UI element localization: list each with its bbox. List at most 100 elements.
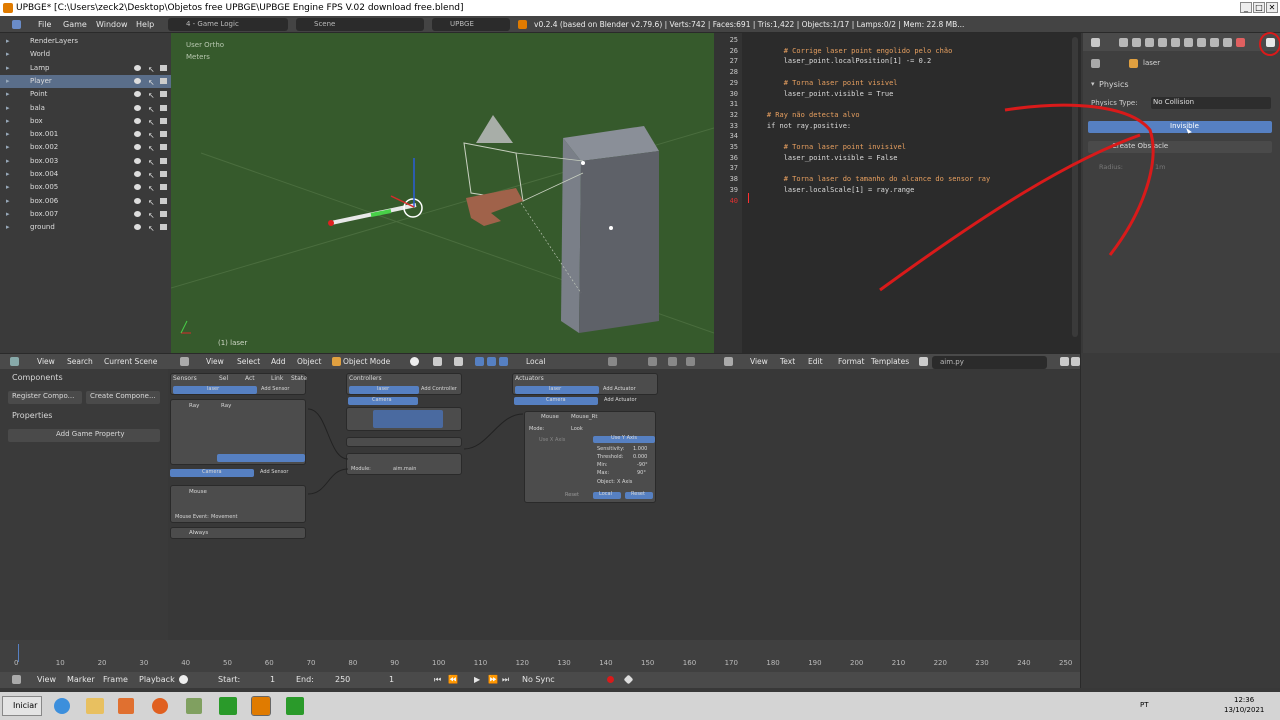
code-line[interactable]: 25 [714, 35, 1074, 46]
language-indicator[interactable]: PT [1140, 701, 1149, 709]
expand-icon[interactable]: ▸ [6, 128, 10, 141]
sensors-filter-state[interactable]: State [291, 375, 307, 382]
selectable-arrow-icon[interactable]: ↖ [148, 222, 155, 235]
outliner-item[interactable]: ▸ box.005 ↖ [0, 181, 171, 194]
always-sensor-type[interactable]: Always [189, 530, 208, 536]
render-camera-icon[interactable] [160, 104, 167, 111]
add-sensor-button[interactable]: Add Sensor [261, 386, 289, 392]
visibility-eye-icon[interactable] [134, 117, 141, 124]
physics-panel-toggle-icon[interactable]: ▾ [1091, 80, 1095, 88]
viewport-menu-view[interactable]: View [206, 354, 224, 370]
next-keyframe-icon[interactable]: ⏩ [488, 672, 498, 688]
mouse-sensor-type[interactable]: Mouse [189, 489, 207, 495]
record-icon[interactable] [607, 676, 614, 683]
visibility-eye-icon[interactable] [134, 157, 141, 164]
mouse-event-value[interactable]: Movement [211, 514, 237, 520]
expand-icon[interactable]: ▸ [6, 195, 10, 208]
pivot-icon[interactable] [433, 357, 442, 366]
code-line[interactable]: 29 # Torna laser point visivel [714, 78, 1074, 89]
render-camera-icon[interactable] [160, 171, 167, 177]
texture-tab-icon[interactable] [1236, 38, 1245, 47]
expand-icon[interactable]: ▸ [6, 221, 10, 234]
layers-icon[interactable] [608, 357, 617, 366]
upbge-taskbar-icon[interactable] [251, 696, 271, 716]
render-camera-icon[interactable] [160, 157, 167, 164]
mode-dropdown[interactable]: Object Mode [343, 354, 390, 370]
expand-icon[interactable]: ▸ [6, 88, 10, 101]
create-component-button[interactable]: Create Compone... [86, 391, 160, 404]
visibility-eye-icon[interactable] [134, 91, 141, 98]
visibility-eye-icon[interactable] [134, 197, 141, 204]
outliner-editor-icon[interactable] [10, 357, 19, 366]
sensors-filter-act[interactable]: Act [245, 375, 255, 382]
outliner-item[interactable]: ▸ Player ↖ [0, 74, 171, 89]
render-camera-icon[interactable] [160, 91, 167, 98]
line-numbers-toggle-icon[interactable] [1060, 357, 1069, 366]
viewport-menu-add[interactable]: Add [271, 354, 286, 370]
render-camera-icon[interactable] [160, 64, 167, 71]
selectable-arrow-icon[interactable]: ↖ [148, 156, 155, 169]
components-panel-title[interactable]: Components [12, 373, 63, 382]
render-camera-icon[interactable] [160, 184, 167, 191]
code-line[interactable]: 28 [714, 67, 1074, 78]
outliner-item[interactable]: ▸ box.006 ↖ [0, 195, 171, 208]
visibility-eye-icon[interactable] [134, 64, 141, 71]
outliner-item[interactable]: ▸ box.001 ↖ [0, 128, 171, 141]
camtasia-recorder-icon[interactable] [286, 697, 304, 715]
text-file-selector[interactable]: aim.py [932, 356, 1047, 369]
text-menu-edit[interactable]: Edit [808, 354, 823, 370]
shading-icon[interactable] [410, 357, 419, 366]
3d-viewport[interactable]: User Ortho Meters (1) laser [171, 33, 714, 353]
outliner-item[interactable]: ▸ box.007 ↖ [0, 208, 171, 221]
outliner-item[interactable]: ▸ Point ↖ [0, 88, 171, 101]
visibility-eye-icon[interactable] [134, 144, 141, 151]
sensors-object-camera[interactable]: Camera [170, 469, 254, 477]
manipulator-icon[interactable] [454, 357, 463, 366]
start-frame-value[interactable]: 1 [270, 672, 275, 688]
close-window-button[interactable]: ✕ [1266, 2, 1278, 13]
visibility-eye-icon[interactable] [134, 77, 141, 84]
pin-icon[interactable] [1091, 59, 1100, 68]
modifiers-tab-icon[interactable] [1197, 38, 1206, 47]
expand-icon[interactable]: ▸ [6, 62, 10, 75]
prev-keyframe-icon[interactable]: ⏪ [448, 672, 458, 688]
register-component-button[interactable]: Register Compo... [8, 391, 82, 404]
visibility-eye-icon[interactable] [134, 224, 141, 231]
layers-tab-icon[interactable] [1132, 38, 1141, 47]
expand-icon[interactable]: ▸ [6, 208, 10, 221]
selectable-arrow-icon[interactable]: ↖ [148, 209, 155, 222]
selectable-arrow-icon[interactable]: ↖ [148, 63, 155, 76]
selectable-arrow-icon[interactable]: ↖ [148, 76, 155, 89]
media-player-icon[interactable] [118, 698, 134, 714]
selectable-arrow-icon[interactable]: ↖ [148, 182, 155, 195]
constraints-tab-icon[interactable] [1184, 38, 1193, 47]
expand-icon[interactable]: ▸ [6, 155, 10, 168]
outliner-item[interactable]: ▸ box ↖ [0, 115, 171, 128]
ray-sensor-name[interactable]: Ray [221, 403, 231, 409]
physics-panel-title[interactable]: Physics [1099, 80, 1129, 89]
snap-icon[interactable] [648, 357, 657, 366]
rotate-icon[interactable] [487, 357, 496, 366]
folder-icon[interactable] [86, 698, 104, 714]
sync-mode-dropdown[interactable]: No Sync [522, 672, 555, 688]
ray-sensor-type[interactable]: Ray [189, 403, 199, 409]
sensors-filter-sel[interactable]: Sel [219, 375, 228, 382]
render-tab-icon[interactable] [1119, 38, 1128, 47]
menu-window[interactable]: Window [96, 16, 128, 33]
jump-start-icon[interactable]: ⏮ [434, 672, 441, 688]
timeline-menu-marker[interactable]: Marker [67, 672, 95, 688]
timeline-menu-view[interactable]: View [37, 672, 56, 688]
expand-icon[interactable]: ▸ [6, 75, 10, 88]
render-camera-icon[interactable] [160, 131, 167, 138]
selectable-arrow-icon[interactable]: ↖ [148, 129, 155, 142]
outliner-item[interactable]: ▸ box.004 ↖ [0, 168, 171, 181]
add-game-property-button[interactable]: Add Game Property [8, 429, 160, 442]
expand-icon[interactable]: ▸ [6, 48, 10, 61]
current-frame-value[interactable]: 1 [389, 672, 394, 688]
scene-tab-icon[interactable] [1145, 38, 1154, 47]
outliner-item[interactable]: ▸ bala ↖ [0, 102, 171, 115]
screen-layout-selector[interactable]: 4 - Game Logic [168, 18, 288, 31]
camtasia-icon[interactable] [219, 697, 237, 715]
outliner-item[interactable]: ▸ ground ↖ [0, 221, 171, 234]
ray-sensor-bar[interactable] [217, 454, 305, 462]
